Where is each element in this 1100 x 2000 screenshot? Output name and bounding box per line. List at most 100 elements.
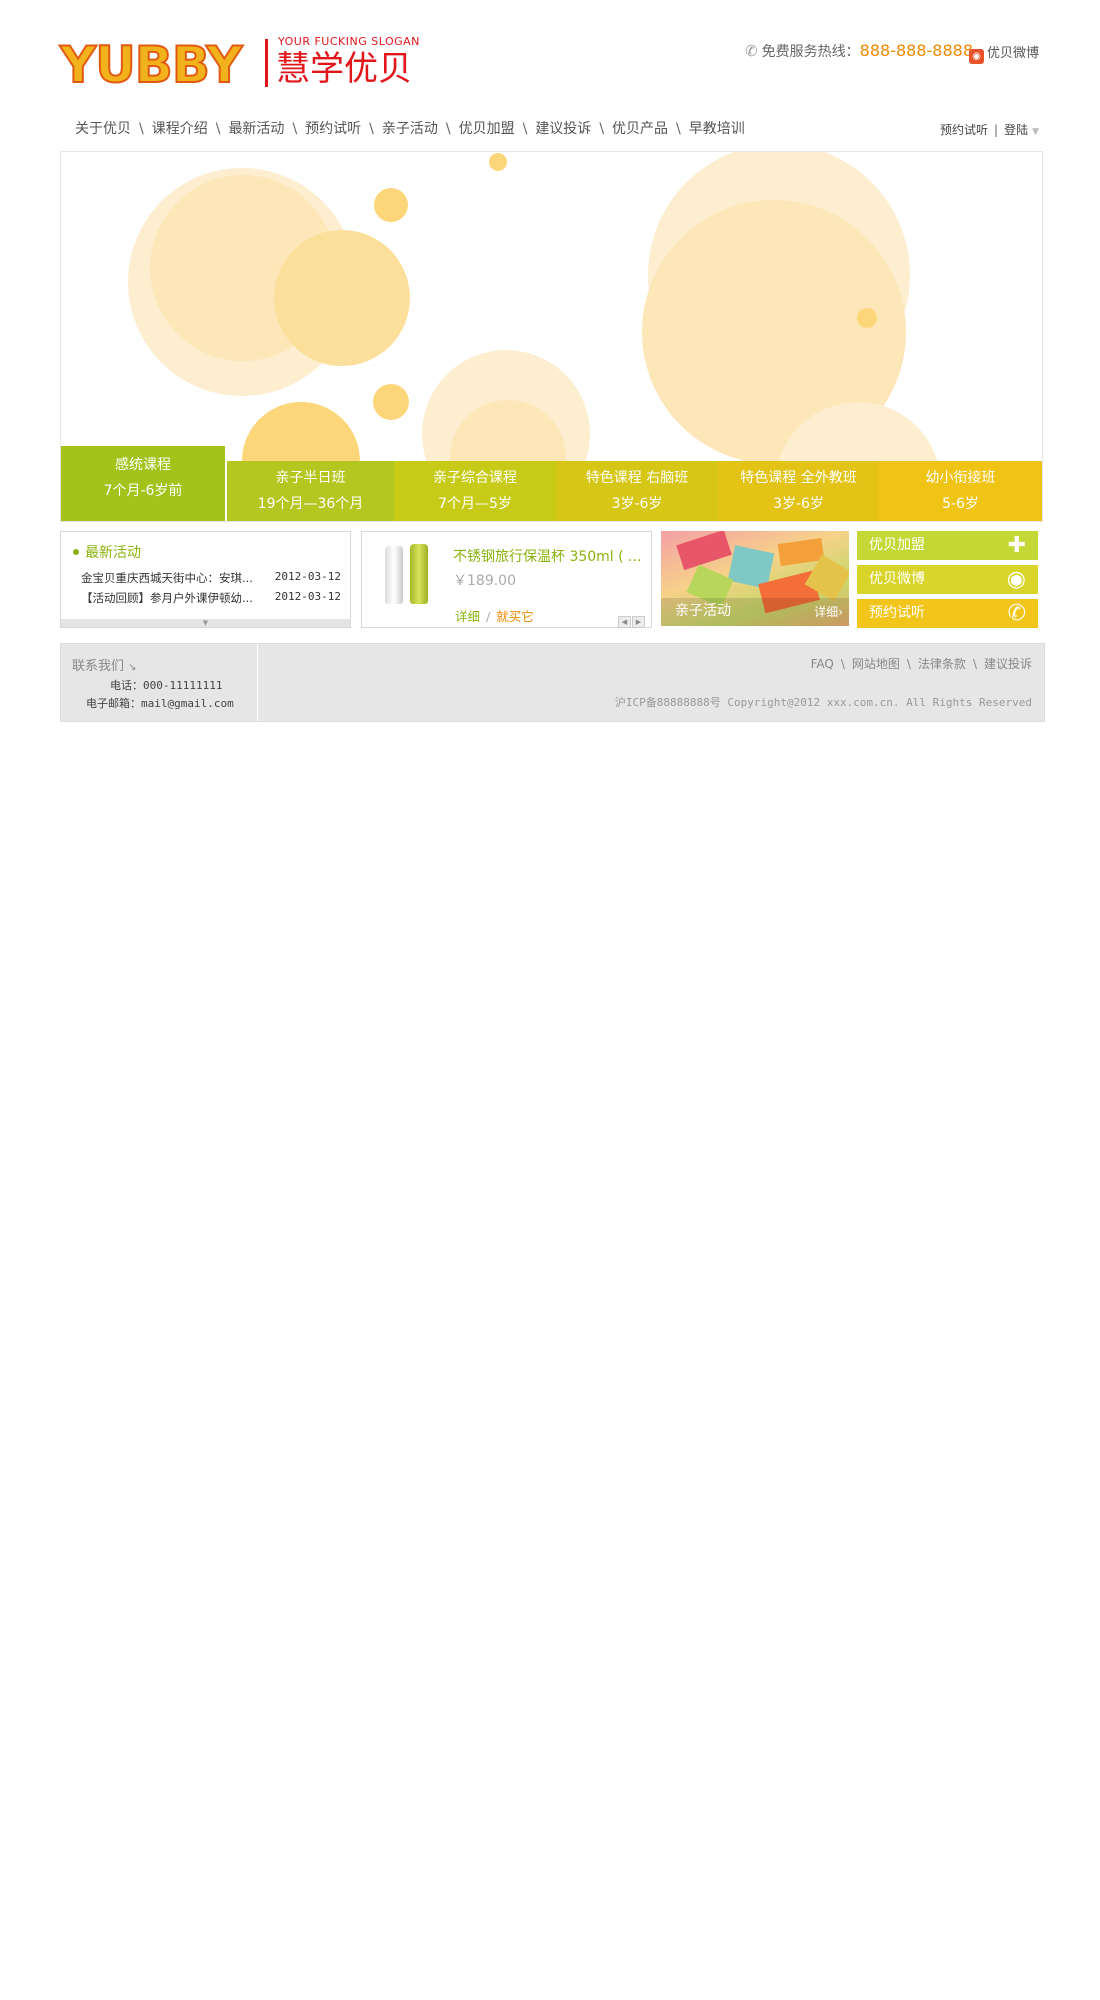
join-icon: ✚ <box>1007 533 1026 558</box>
chevron-down-icon[interactable]: ▼ <box>1032 127 1039 137</box>
weibo-label: 优贝微博 <box>986 46 1039 61</box>
nav-item-training[interactable]: 早教培训 <box>689 121 745 137</box>
nav-separator: \ <box>215 121 221 137</box>
news-item-date: 2012-03-12 <box>274 570 341 583</box>
nav-separator: \ <box>292 121 298 137</box>
course-tab-foreign-teacher[interactable]: 特色课程 全外教班 3岁-6岁 <box>718 461 879 521</box>
nav-item-family-activities[interactable]: 亲子活动 <box>382 121 438 137</box>
contact-block: 联系我们 ↘ 电话：000-11111111 电子邮箱：mail@gmail.c… <box>61 644 258 721</box>
hero-banner: 感统课程 7个月-6岁前 亲子半日班 19个月—36个月 亲子综合课程 7个月—… <box>60 151 1043 522</box>
nav-separator: \ <box>522 121 528 137</box>
buy-now-link[interactable]: 就买它 <box>496 609 534 624</box>
next-arrow-icon[interactable]: ▶ <box>632 616 645 628</box>
news-title-text: 最新活动 <box>85 545 141 561</box>
weibo-icon: ◉ <box>1006 567 1026 592</box>
logo-chinese-name: 慧学优贝 <box>276 49 412 89</box>
decorative-circle <box>857 308 877 328</box>
weibo-button[interactable]: 优贝微博 ◉ <box>857 565 1038 594</box>
footer: 联系我们 ↘ 电话：000-11111111 电子邮箱：mail@gmail.c… <box>60 643 1045 722</box>
product-price: ￥189.00 <box>453 573 516 589</box>
nav-separator: \ <box>676 121 681 137</box>
weibo-link[interactable]: ◉ 优贝微博 <box>968 42 1039 64</box>
footer-links: FAQ \ 网站地图 \ 法律条款 \ 建议投诉 <box>811 655 1032 672</box>
course-tab-preschool[interactable]: 幼小衔接班 5-6岁 <box>879 461 1042 521</box>
nav-item-franchise[interactable]: 优贝加盟 <box>459 121 515 137</box>
trial-link[interactable]: 预约试听 <box>940 123 988 137</box>
product-image-bottle-green <box>410 544 428 604</box>
nav-separator: \ <box>139 121 144 137</box>
logo-slogan: YOUR FUCKING SLOGAN <box>278 35 420 48</box>
nav-separator: \ <box>599 121 605 137</box>
logo-divider <box>265 39 268 87</box>
course-tab-age: 3岁-6岁 <box>773 496 824 512</box>
news-item-text[interactable]: 【活动回顾】参月户外课伊顿幼... <box>81 590 267 606</box>
bullet-icon <box>73 549 79 555</box>
news-item[interactable]: 【活动回顾】参月户外课伊顿幼... 2012-03-12 <box>81 590 341 606</box>
course-tab-title: 亲子半日班 <box>275 470 346 486</box>
nav-item-feedback[interactable]: 建议投诉 <box>535 121 591 137</box>
footer-link-sitemap[interactable]: 网站地图 <box>852 657 900 671</box>
hotline-number: 888-888-8888 <box>859 41 973 60</box>
nav-right: 预约试听 | 登陆 ▼ <box>940 121 1039 138</box>
decorative-circle <box>374 188 408 222</box>
course-tab-age: 5-6岁 <box>942 496 979 512</box>
nav-item-courses[interactable]: 课程介绍 <box>152 121 208 137</box>
news-title: 最新活动 <box>73 542 141 562</box>
nav-item-news[interactable]: 最新活动 <box>228 121 284 137</box>
course-tab-age: 7个月—5岁 <box>438 496 512 512</box>
nav-right-divider: | <box>994 123 999 137</box>
course-tab-right-brain[interactable]: 特色课程 右脑班 3岁-6岁 <box>556 461 718 521</box>
footer-link-separator: \ <box>906 657 911 671</box>
activity-title: 亲子活动 <box>675 603 731 619</box>
news-item-text[interactable]: 金宝贝重庆西城天街中心：安琪... <box>81 570 267 586</box>
product-image[interactable] <box>385 546 403 604</box>
product-name[interactable]: 不锈钢旅行保温杯 350ml ( ... <box>453 546 643 566</box>
trial-button-label: 预约试听 <box>869 605 925 621</box>
link-separator: / <box>486 609 491 624</box>
footer-link-legal[interactable]: 法律条款 <box>918 657 966 671</box>
course-tab-title: 幼小衔接班 <box>925 470 996 486</box>
footer-link-feedback[interactable]: 建议投诉 <box>984 657 1032 671</box>
course-tab-title: 感统课程 <box>115 457 171 473</box>
course-tab-age: 3岁-6岁 <box>611 496 663 512</box>
family-activity-card[interactable]: 亲子活动 详细› <box>661 531 849 626</box>
product-pager: ◀ ▶ <box>617 609 645 628</box>
arrow-down-right-icon: ↘ <box>128 662 137 673</box>
nav-separator: \ <box>369 121 374 137</box>
course-tab-sensory[interactable]: 感统课程 7个月-6岁前 <box>61 446 225 521</box>
nav-item-trial[interactable]: 预约试听 <box>305 121 361 137</box>
trial-button[interactable]: 预约试听 ✆ <box>857 599 1038 628</box>
footer-link-separator: \ <box>972 657 977 671</box>
decorative-circle <box>489 153 507 171</box>
nav-item-about[interactable]: 关于优贝 <box>75 121 131 137</box>
expand-down-icon[interactable]: ▼ <box>61 619 350 627</box>
activity-more-link[interactable]: 详细› <box>814 603 843 620</box>
course-tab-age: 7个月-6岁前 <box>103 483 183 499</box>
login-link[interactable]: 登陆 <box>1004 123 1028 137</box>
product-panel: 不锈钢旅行保温杯 350ml ( ... ￥189.00 详细 / 就买它 ◀ ▶ <box>361 531 652 628</box>
news-item[interactable]: 金宝贝重庆西城天街中心：安琪... 2012-03-12 <box>81 570 341 586</box>
course-tab-title: 特色课程 右脑班 <box>585 470 689 486</box>
course-tab-title: 特色课程 全外教班 <box>740 470 857 486</box>
franchise-button[interactable]: 优贝加盟 ✚ <box>857 531 1038 560</box>
weibo-button-label: 优贝微博 <box>869 571 925 587</box>
contact-email[interactable]: 电子邮箱：mail@gmail.com <box>86 695 234 711</box>
logo-wordmark: YUBBY <box>59 36 243 94</box>
course-tab-half-day[interactable]: 亲子半日班 19个月—36个月 <box>227 461 394 521</box>
site-logo[interactable]: YUBBY YOUR FUCKING SLOGAN 慧学优贝 <box>59 35 420 95</box>
nav-item-products[interactable]: 优贝产品 <box>612 121 668 137</box>
footer-link-faq[interactable]: FAQ <box>811 657 834 671</box>
nav-separator: \ <box>445 121 451 137</box>
course-tab-age: 19个月—36个月 <box>257 496 364 512</box>
product-links: 详细 / 就买它 <box>455 606 534 625</box>
product-detail-link[interactable]: 详细 <box>455 609 480 624</box>
prev-arrow-icon[interactable]: ◀ <box>618 616 631 628</box>
phone-icon: ✆ <box>745 42 758 60</box>
decorative-circle <box>274 230 410 366</box>
course-tab-comprehensive[interactable]: 亲子综合课程 7个月—5岁 <box>394 461 556 521</box>
course-tabs: 感统课程 7个月-6岁前 亲子半日班 19个月—36个月 亲子综合课程 7个月—… <box>61 440 1042 521</box>
latest-news-panel: 最新活动 金宝贝重庆西城天街中心：安琪... 2012-03-12 【活动回顾】… <box>60 531 351 628</box>
weibo-icon: ◉ <box>968 49 984 64</box>
activity-more-label: 详细 <box>814 605 839 619</box>
course-tab-title: 亲子综合课程 <box>433 470 517 486</box>
